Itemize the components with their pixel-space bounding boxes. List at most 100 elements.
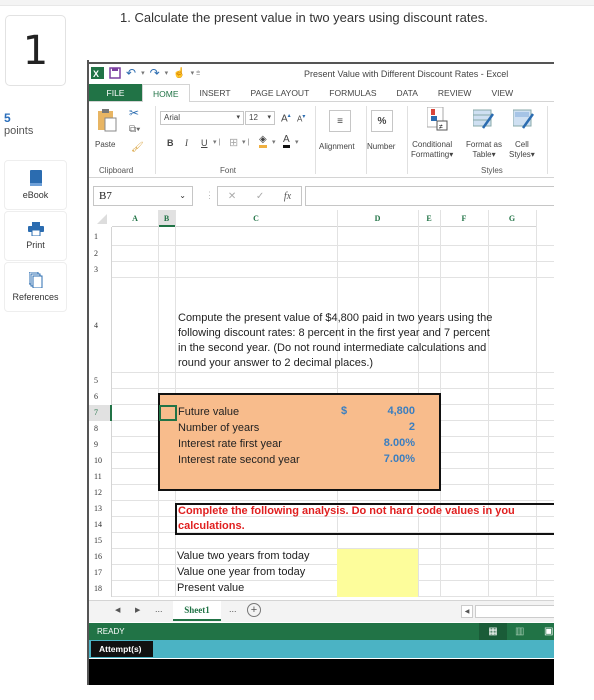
sidebar-item-ebook[interactable]: eBook [4,160,67,210]
column-header-g[interactable]: G [488,210,536,227]
alignment-icon[interactable]: ≡ [329,110,351,132]
cut-icon[interactable]: ✂ [129,106,139,120]
shrink-font-icon[interactable]: A▾ [297,113,305,124]
chevron-down-icon[interactable]: ⌄ [179,187,186,205]
problem-line: following discount rates: 8 percent in t… [178,327,490,339]
formula-bar: B7 ⌄ ⋮ ✕ ✓ fx [89,182,554,208]
redo-icon[interactable]: ↷ [150,66,160,80]
alignment-button[interactable]: Alignment [319,142,355,152]
grid-line [536,210,537,597]
sidebar-item-references[interactable]: References [4,262,67,312]
insert-function-icon[interactable]: fx [284,191,291,202]
h-scroll-left-icon[interactable]: ◀ [461,605,473,618]
row-header-8[interactable]: 8 [89,421,112,437]
row-header-4[interactable]: 4 [89,278,112,373]
tab-view[interactable]: VIEW [481,84,523,101]
sidebar-item-print[interactable]: Print [4,211,67,261]
row-header-10[interactable]: 10 [89,453,112,469]
row-header-2[interactable]: 2 [89,246,112,262]
sheet-tab-sheet1[interactable]: Sheet1 [173,601,221,621]
font-size-select[interactable]: 12 ▾ [245,111,275,125]
bold-button[interactable]: B [167,138,174,148]
selected-cell-b7[interactable] [159,405,177,421]
currency-symbol: $ [341,405,348,417]
row-header-9[interactable]: 9 [89,437,112,453]
name-box[interactable]: B7 ⌄ [93,186,193,206]
cell-styles-icon[interactable] [513,108,535,130]
row-header-11[interactable]: 11 [89,469,112,485]
number-button[interactable]: Number [367,142,395,152]
row-header-3[interactable]: 3 [89,262,112,278]
page-layout-view-icon[interactable]: ▥ [515,623,524,640]
italic-button[interactable]: I [185,138,188,148]
add-sheet-icon[interactable]: + [247,603,261,617]
tab-page-layout[interactable]: PAGE LAYOUT [241,84,320,101]
tab-home[interactable]: HOME [142,84,190,103]
underline-button[interactable]: U [201,138,208,148]
tab-review[interactable]: REVIEW [428,84,482,101]
fill-color-icon[interactable]: ◈ [259,135,267,148]
save-icon[interactable] [109,67,121,79]
input-value[interactable]: 4,800 [359,405,415,417]
tab-insert[interactable]: INSERT [190,84,241,101]
tab-formulas[interactable]: FORMULAS [319,84,386,101]
row-header-1[interactable]: 1 [89,227,112,246]
row-header-17[interactable]: 17 [89,565,112,581]
question-number: 1 [5,15,66,86]
column-header-a[interactable]: A [112,210,158,227]
column-header-c[interactable]: C [175,210,337,227]
page-break-view-icon[interactable]: ▣ [544,623,553,640]
row-header-15[interactable]: 15 [89,533,112,549]
column-header-d[interactable]: D [337,210,418,227]
cancel-icon[interactable]: ✕ [228,191,236,202]
sheets-more-right[interactable]: ... [229,604,237,614]
printer-icon [27,222,44,236]
enter-icon[interactable]: ✓ [256,191,264,202]
row-header-16[interactable]: 16 [89,549,112,565]
scroll-sheets-left-icon[interactable]: ◀ [115,606,120,614]
input-label: Future value [178,406,240,418]
grow-font-icon[interactable]: A▴ [281,112,291,124]
number-format-icon[interactable]: % [371,110,393,132]
format-as-table-button[interactable]: Format as Table▾ [466,140,502,160]
group-separator [315,106,316,174]
row-header-7[interactable]: 7 [89,405,112,421]
copy-icon[interactable]: ⧉▾ [129,124,140,135]
cell-styles-button[interactable]: Cell Styles▾ [509,140,535,160]
row-header-6[interactable]: 6 [89,389,112,405]
row-header-13[interactable]: 13 [89,501,112,517]
row-header-5[interactable]: 5 [89,373,112,389]
select-all-icon[interactable] [97,214,107,224]
horizontal-scrollbar[interactable] [475,605,554,618]
column-header-f[interactable]: F [440,210,488,227]
problem-line: Compute the present value of $4,800 paid… [178,312,493,324]
font-color-icon[interactable]: A [283,135,290,148]
row-header-14[interactable]: 14 [89,517,112,533]
paste-icon[interactable] [97,108,117,132]
scroll-sheets-right-icon[interactable]: ▶ [135,606,140,614]
status-bar: READY ▦ ▥ ▣ [89,623,554,640]
input-value[interactable]: 8.00% [359,437,415,449]
touch-mode-icon[interactable]: ☝ [173,68,185,79]
paste-button[interactable]: Paste [95,140,115,150]
format-painter-icon[interactable]: 🖌 [131,142,144,153]
row-header-18[interactable]: 18 [89,581,112,597]
normal-view-icon[interactable]: ▦ [479,623,507,640]
undo-icon[interactable]: ↶ [126,66,136,80]
borders-icon[interactable]: ⊞ [229,136,238,149]
format-as-table-icon[interactable] [473,108,495,130]
column-header-b[interactable]: B [158,210,175,227]
row-header-12[interactable]: 12 [89,485,112,501]
column-header-e[interactable]: E [418,210,440,227]
tab-file[interactable]: FILE [89,84,142,101]
font-name-select[interactable]: Arial ▾ [160,111,244,125]
answer-cells[interactable] [337,549,418,597]
formula-input[interactable] [305,186,554,206]
sheets-more-left[interactable]: ... [155,604,163,614]
tab-data[interactable]: DATA [387,84,428,101]
conditional-formatting-button[interactable]: Conditional Formatting▾ [411,140,453,160]
input-value[interactable]: 2 [359,421,415,433]
sidebar-item-label: References [12,292,59,302]
conditional-formatting-icon[interactable]: ≠ [427,107,449,131]
input-value[interactable]: 7.00% [359,453,415,465]
